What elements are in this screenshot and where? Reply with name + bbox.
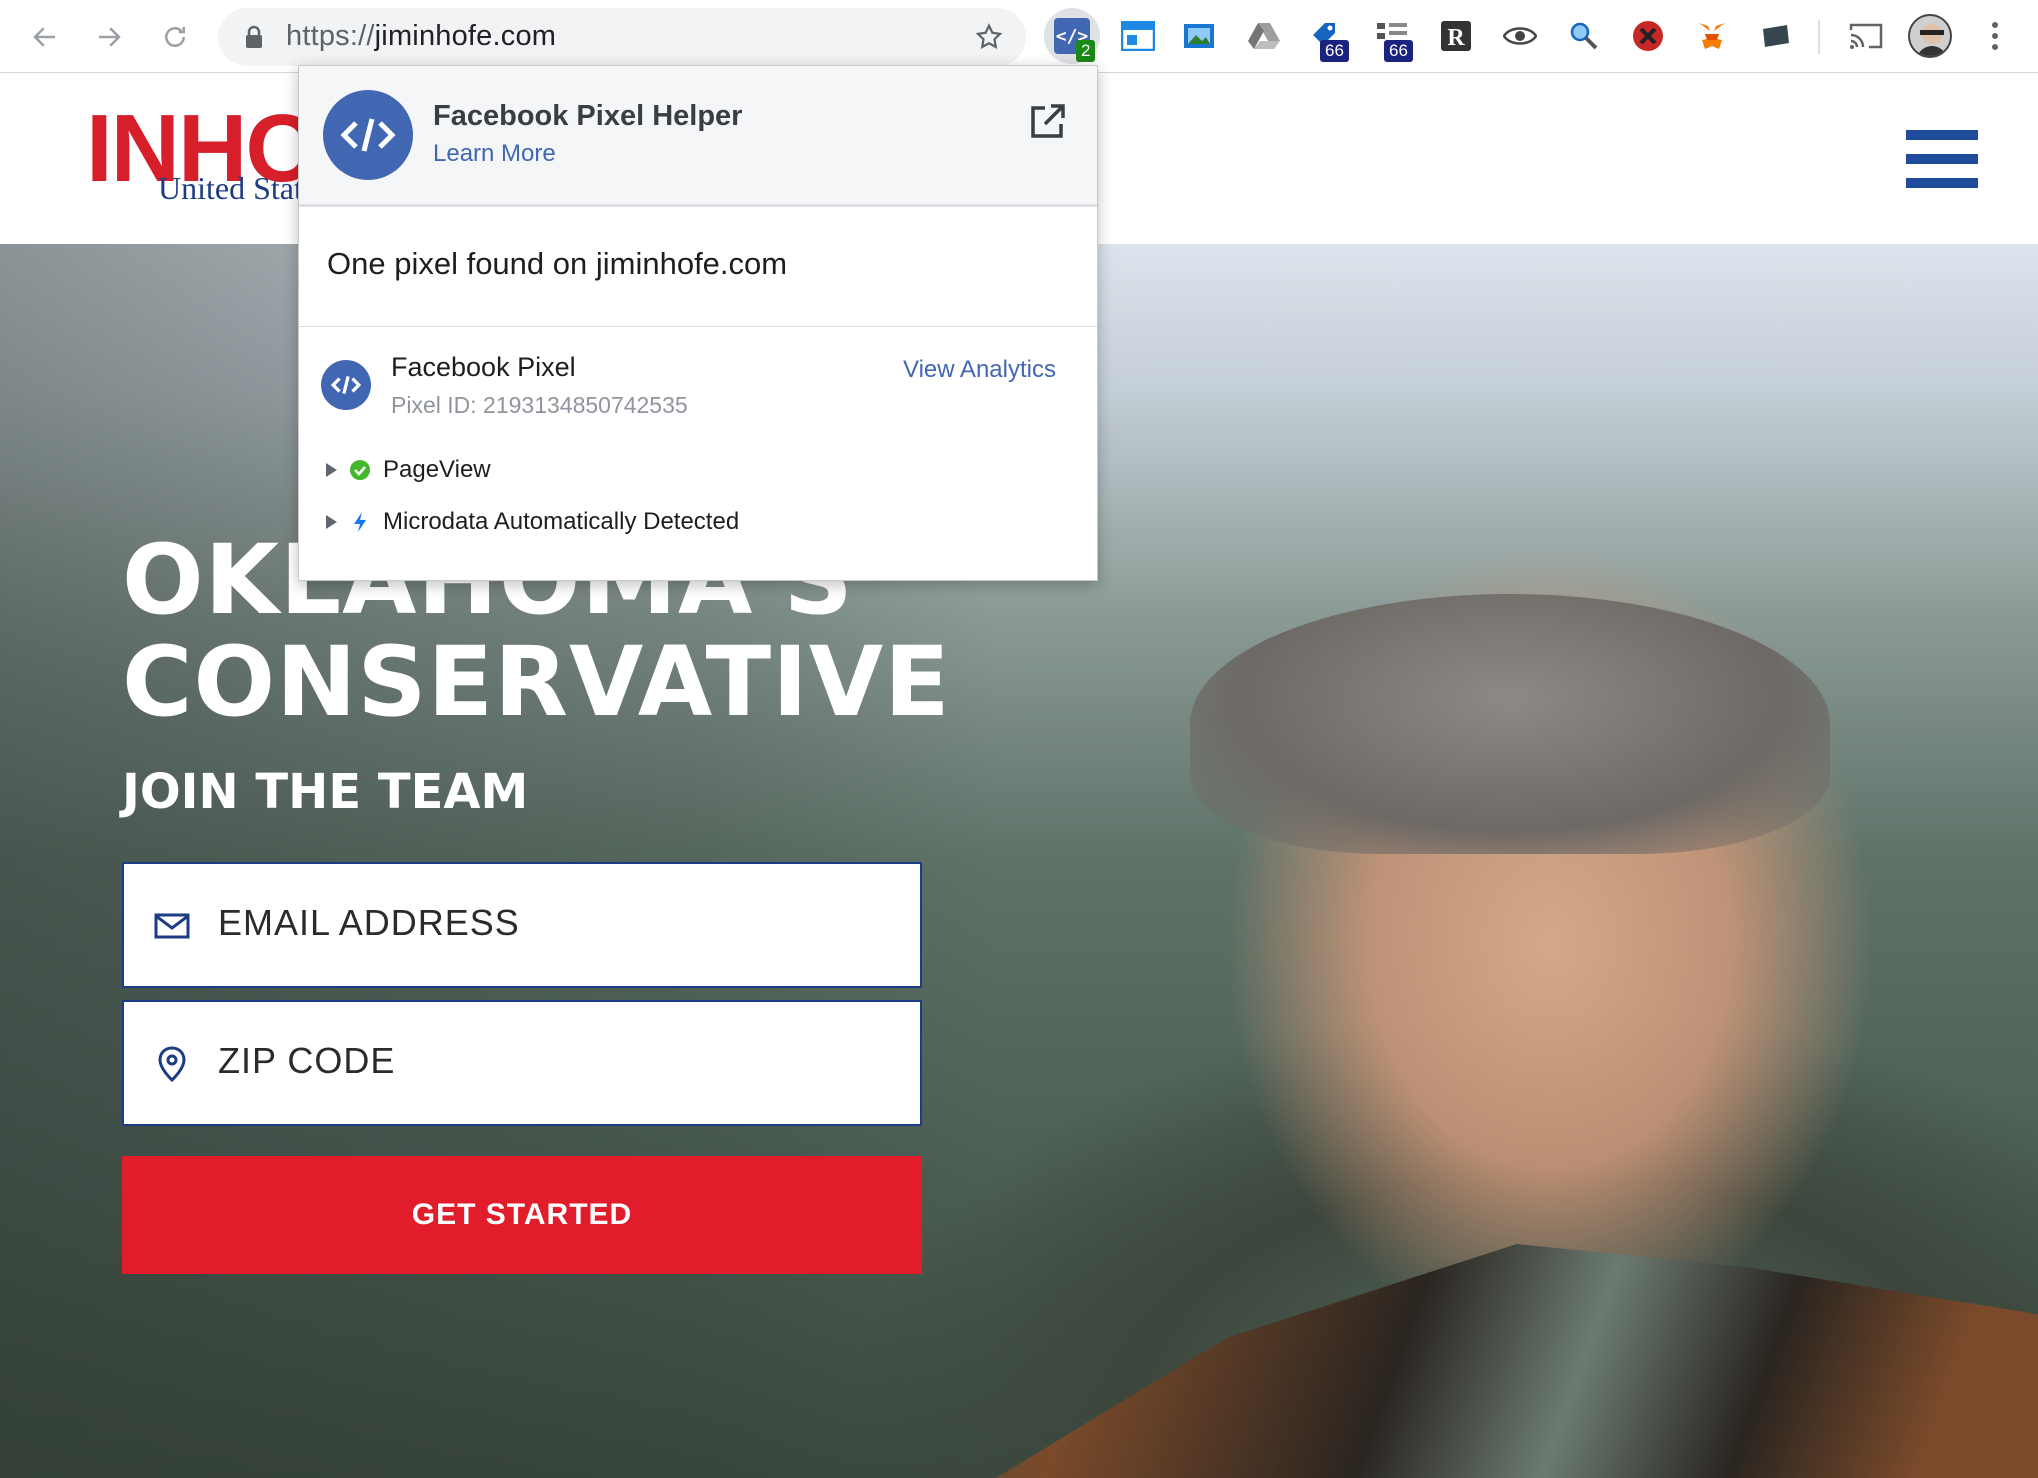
arrow-left-icon: [33, 27, 55, 47]
bookmark-star-icon[interactable]: [974, 22, 1004, 52]
drive-icon[interactable]: [1244, 16, 1284, 56]
site-logo-subtitle: United Stat: [158, 170, 303, 206]
view-analytics-link[interactable]: View Analytics: [903, 356, 1056, 384]
search-tool-icon[interactable]: [1564, 16, 1604, 56]
hero-photo-hair: [1190, 594, 1830, 854]
event-label: PageView: [383, 456, 491, 483]
back-button[interactable]: [22, 14, 68, 60]
email-field[interactable]: EMAIL ADDRESS: [122, 862, 922, 988]
zip-field[interactable]: ZIP CODE: [122, 1000, 922, 1126]
block-icon[interactable]: [1628, 16, 1668, 56]
lock-icon: [246, 25, 262, 48]
metamask-icon[interactable]: [1692, 16, 1732, 56]
extension-badge: 2: [1076, 40, 1096, 62]
hamburger-menu-icon[interactable]: [1906, 130, 1978, 188]
cast-icon[interactable]: [1846, 16, 1886, 56]
pixel-helper-popup: Facebook Pixel Helper Learn More One pix…: [298, 65, 1098, 581]
address-bar[interactable]: https://jiminhofe.com: [218, 8, 1026, 66]
open-external-icon[interactable]: [1027, 102, 1067, 142]
pixel-id: Pixel ID: 2193134850742535: [391, 392, 688, 418]
reload-button[interactable]: [152, 14, 198, 60]
learn-more-link[interactable]: Learn More: [433, 140, 556, 168]
expand-triangle-icon: [326, 463, 337, 477]
headline-line-2: CONSERVATIVE: [122, 626, 951, 738]
extension-count-badge: 66: [1320, 40, 1349, 62]
browser-toolbar: https://jiminhofe.com </> 2 66 66 R: [0, 0, 2038, 73]
pixel-helper-logo-icon: [323, 90, 413, 180]
reload-icon: [165, 27, 185, 47]
pixel-name: Facebook Pixel: [391, 352, 576, 382]
event-row-pageview[interactable]: PageView: [323, 454, 491, 486]
lightning-icon: [354, 512, 366, 532]
profile-avatar[interactable]: [1908, 14, 1952, 58]
zip-placeholder: ZIP CODE: [218, 1040, 396, 1081]
photo-icon[interactable]: [1180, 16, 1220, 56]
layout-icon[interactable]: [1118, 16, 1158, 56]
arrow-right-icon: [99, 27, 121, 47]
join-team-heading: JOIN THE TEAM: [122, 764, 529, 820]
browser-menu-icon[interactable]: [1980, 16, 2010, 56]
envelope-icon: [154, 913, 190, 939]
svg-text:R: R: [1447, 25, 1465, 51]
toolbar-divider: [1818, 20, 1820, 54]
popup-divider: [299, 326, 1097, 327]
popup-header: Facebook Pixel Helper Learn More: [299, 66, 1097, 207]
eye-icon[interactable]: [1500, 16, 1540, 56]
popup-title: Facebook Pixel Helper: [433, 100, 743, 132]
url-text: https://jiminhofe.com: [286, 20, 557, 52]
forward-button[interactable]: [86, 14, 132, 60]
email-placeholder: EMAIL ADDRESS: [218, 902, 520, 943]
r-icon[interactable]: R: [1436, 16, 1476, 56]
pixel-code-icon: [321, 360, 371, 410]
check-circle-icon: [350, 460, 370, 480]
event-label: Microdata Automatically Detected: [383, 508, 740, 535]
event-row-microdata[interactable]: Microdata Automatically Detected: [323, 506, 739, 538]
get-started-button[interactable]: GET STARTED: [122, 1156, 922, 1274]
extension-count-badge: 66: [1384, 40, 1413, 62]
map-pin-icon: [158, 1046, 186, 1082]
pixel-summary: One pixel found on jiminhofe.com: [327, 246, 788, 281]
hero-photo-jacket: [995, 1244, 2038, 1478]
expand-triangle-icon: [326, 515, 337, 529]
card-icon[interactable]: [1756, 16, 1796, 56]
